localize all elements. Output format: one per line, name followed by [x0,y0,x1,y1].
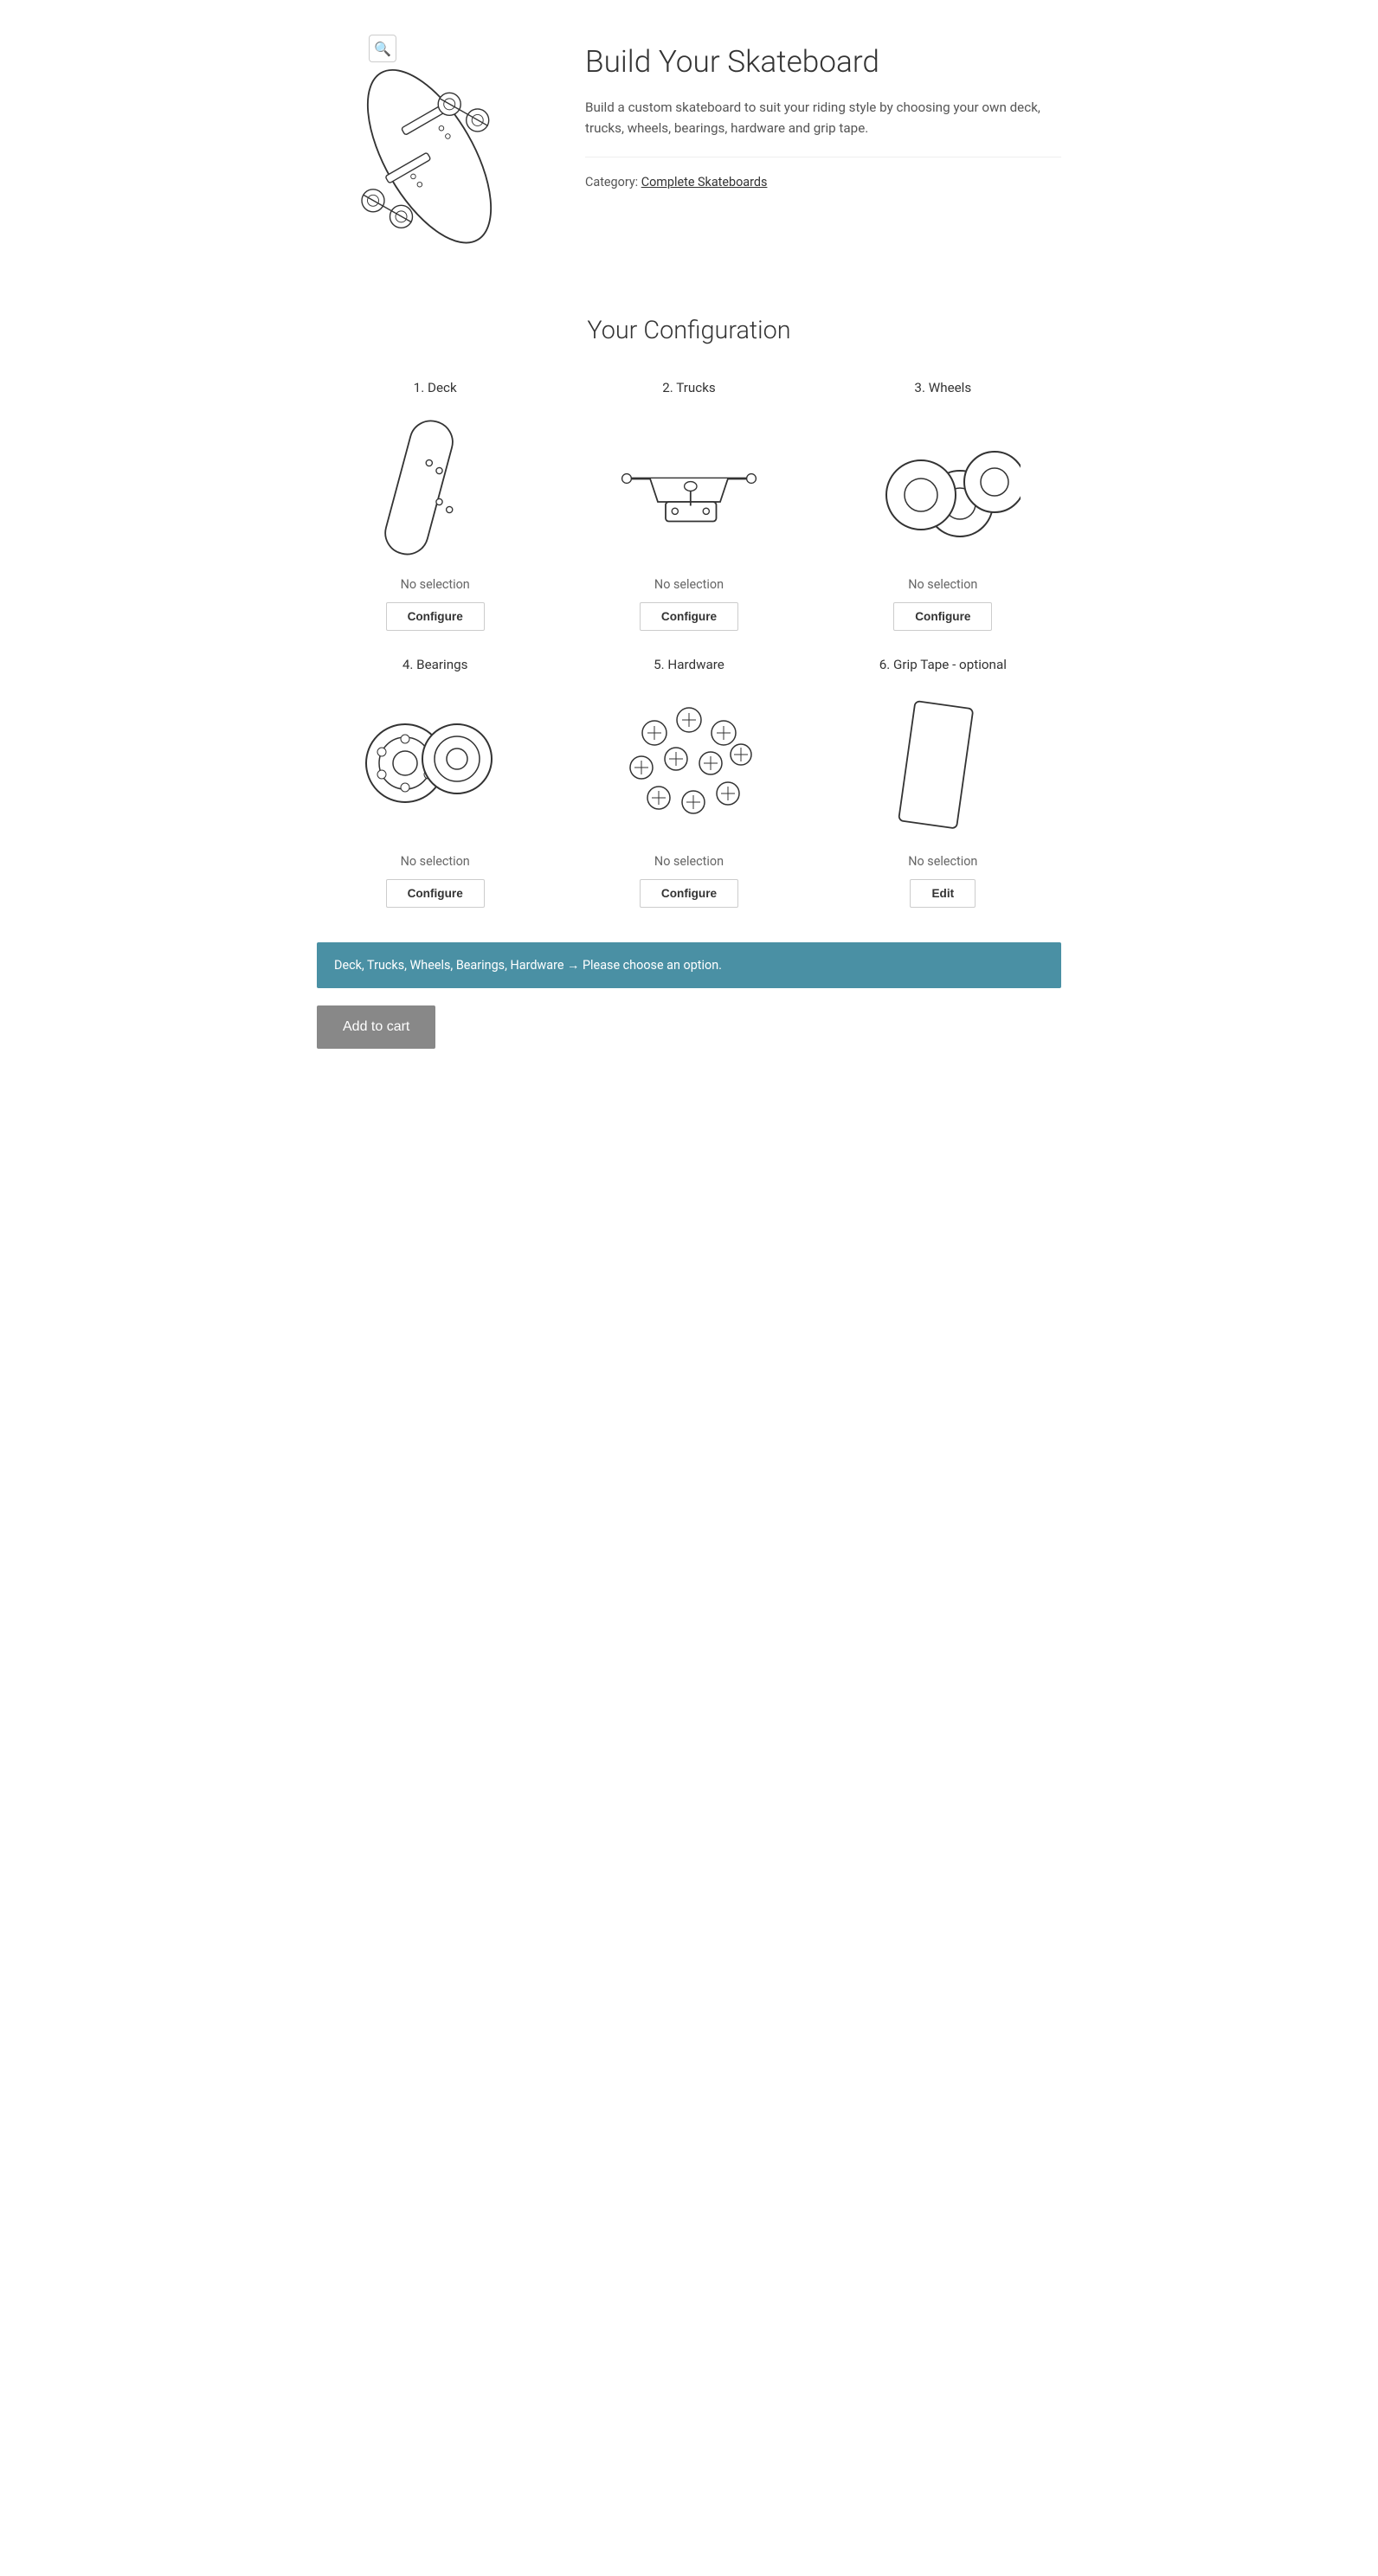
config-item-deck: 1. Deck No selection Configure [317,380,553,631]
wheels-status: No selection [908,577,977,592]
product-image [317,52,542,260]
product-description: Build a custom skateboard to suit your r… [585,97,1061,157]
product-header: 🔍 Build Your Skateb [317,35,1061,264]
bearings-status: No selection [401,854,470,869]
category-label: Category: [585,175,638,190]
notice-message: Deck, Trucks, Wheels, Bearings, Hardware… [334,958,722,973]
grip-tape-status: No selection [908,854,977,869]
wheels-configure-button[interactable]: Configure [893,602,992,631]
deck-configure-button[interactable]: Configure [386,602,485,631]
wheels-image [865,408,1021,564]
hardware-label: 5. Hardware [654,657,724,672]
hardware-configure-button[interactable]: Configure [640,879,738,908]
trucks-status: No selection [654,577,724,592]
notice-bar: Deck, Trucks, Wheels, Bearings, Hardware… [317,942,1061,988]
product-category: Category: Complete Skateboards [585,175,1061,190]
config-item-wheels: 3. Wheels No selection Configure [825,380,1061,631]
product-title: Build Your Skateboard [585,43,1061,80]
hardware-image [611,685,767,841]
config-item-bearings: 4. Bearings [317,657,553,908]
deck-image [357,408,513,564]
config-grid: 1. Deck No selection Configure 2. Trucks [317,380,1061,908]
bearings-image [357,685,513,841]
zoom-icon[interactable]: 🔍 [369,35,396,62]
category-link[interactable]: Complete Skateboards [641,175,768,190]
config-title: Your Configuration [317,316,1061,345]
grip-tape-edit-button[interactable]: Edit [910,879,976,908]
deck-label: 1. Deck [414,380,457,395]
grip-tape-label: 6. Grip Tape - optional [879,657,1007,672]
config-item-trucks: 2. Trucks [570,380,807,631]
trucks-configure-button[interactable]: Configure [640,602,738,631]
grip-tape-image [865,685,1021,841]
bearings-configure-button[interactable]: Configure [386,879,485,908]
hardware-status: No selection [654,854,724,869]
trucks-image [611,408,767,564]
config-item-hardware: 5. Hardware [570,657,807,908]
configuration-section: Your Configuration 1. Deck No selection … [317,316,1061,1049]
deck-status: No selection [401,577,470,592]
wheels-label: 3. Wheels [914,380,971,395]
add-to-cart-button[interactable]: Add to cart [317,1005,435,1049]
config-item-grip-tape: 6. Grip Tape - optional No selection Edi… [825,657,1061,908]
product-info: Build Your Skateboard Build a custom ska… [585,35,1061,190]
product-image-section: 🔍 [317,35,559,264]
trucks-label: 2. Trucks [662,380,716,395]
bearings-label: 4. Bearings [402,657,468,672]
